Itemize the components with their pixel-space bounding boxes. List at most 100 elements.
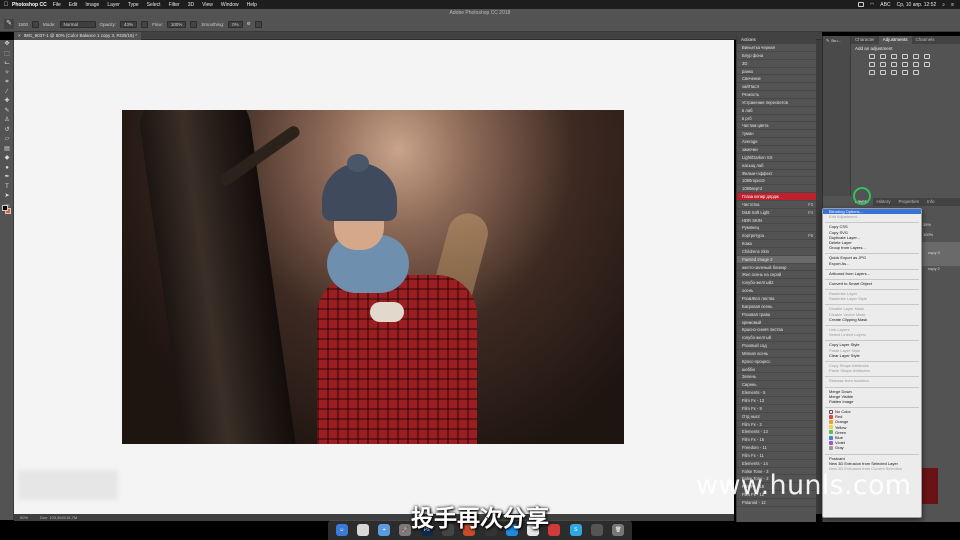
mode-select[interactable]: Normal xyxy=(59,20,96,28)
action-item[interactable]: 1080горизЭ xyxy=(737,177,817,186)
action-item[interactable]: в лаб xyxy=(737,107,817,115)
foreground-color-swatch[interactable] xyxy=(2,205,8,211)
action-item[interactable]: Elements - 5 xyxy=(737,389,817,397)
input-language[interactable]: ABC xyxy=(880,2,890,8)
photo-filter-icon[interactable] xyxy=(902,62,908,67)
vibrance-icon[interactable] xyxy=(913,54,919,59)
color-balance-icon[interactable] xyxy=(880,62,886,67)
tab-channels[interactable]: Channels xyxy=(912,36,939,44)
action-item[interactable]: Чистим цвета xyxy=(737,122,817,131)
action-item[interactable]: ранко xyxy=(737,68,817,76)
brush-tool-icon[interactable]: ✎ xyxy=(4,19,14,29)
apple-icon[interactable]:  xyxy=(0,2,12,8)
smoothing-input[interactable]: 0% xyxy=(228,20,243,28)
action-item[interactable]: шебби xyxy=(737,366,817,374)
eraser-tool-icon[interactable]: ▱ xyxy=(0,135,14,145)
gradient-tool-icon[interactable]: ▤ xyxy=(0,145,14,155)
pen-tool-icon[interactable]: ✒ xyxy=(0,173,14,183)
menu-type[interactable]: Type xyxy=(128,2,139,8)
action-item[interactable]: Чистотка F3 xyxy=(737,201,817,209)
action-item[interactable]: Film Fx - 11 xyxy=(737,452,817,460)
photo-canvas[interactable] xyxy=(122,110,624,444)
action-item[interactable]: Freedom - 11 xyxy=(737,444,817,452)
action-item[interactable]: Резкость xyxy=(737,91,817,99)
action-item[interactable]: туман xyxy=(737,130,817,139)
menu-edit[interactable]: Edit xyxy=(69,2,78,8)
action-item[interactable]: Багровая осень xyxy=(737,303,817,311)
action-item[interactable]: Film Fx - 15 xyxy=(737,436,817,445)
invert-icon[interactable] xyxy=(869,70,875,75)
canvas-area[interactable] xyxy=(14,40,734,514)
layer-fill[interactable]: 100% xyxy=(923,232,933,237)
brush-panel-button[interactable]: ✎ Bru... xyxy=(823,36,850,45)
action-item[interactable]: HDR SKIN xyxy=(737,217,817,225)
action-item[interactable]: Кросс-процесс xyxy=(737,358,817,366)
action-item[interactable]: Film Fx - 9 xyxy=(737,405,817,413)
action-item[interactable]: голубо-желтый xyxy=(737,334,817,343)
menu-3d[interactable]: 3D xyxy=(188,2,194,8)
menu-select[interactable]: Select xyxy=(147,2,161,8)
layer-name[interactable]: copy 2 xyxy=(928,266,940,271)
action-item[interactable]: 1080верт2 xyxy=(737,185,817,194)
action-item[interactable]: насыщ лаб xyxy=(737,162,817,170)
action-item[interactable]: Жел осень на серой xyxy=(737,271,817,280)
brush-tool-icon[interactable]: ✎ xyxy=(0,107,14,117)
selective-color-icon[interactable] xyxy=(913,70,919,75)
move-tool-icon[interactable]: ✥ xyxy=(0,40,14,50)
color-lookup-icon[interactable] xyxy=(924,62,930,67)
action-item[interactable]: Красно-синяя листва xyxy=(737,326,817,335)
action-item[interactable]: Глаза копир дордж xyxy=(737,193,817,201)
action-item[interactable]: Отд нысс xyxy=(737,413,817,421)
action-item[interactable]: хайПасЭ xyxy=(737,83,817,92)
pressure-size-icon[interactable] xyxy=(254,20,262,28)
exposure-icon[interactable] xyxy=(902,54,908,59)
type-tool-icon[interactable]: T xyxy=(0,183,14,193)
battery-icon[interactable] xyxy=(857,2,864,7)
brightness-icon[interactable] xyxy=(869,54,875,59)
action-item[interactable]: Розовый сад xyxy=(737,342,817,350)
action-item[interactable]: Фильм+эффект xyxy=(737,170,817,178)
healing-tool-icon[interactable]: ✚ xyxy=(0,97,14,107)
layer-name[interactable]: copy 3 xyxy=(928,250,940,255)
action-item[interactable]: Film Fx - 2 xyxy=(737,421,817,429)
action-item[interactable]: Устранение пересветов xyxy=(737,99,817,107)
brush-size[interactable]: 1500 xyxy=(18,22,28,27)
wifi-icon[interactable]: ◠ xyxy=(870,2,874,8)
gear-icon[interactable]: ⚙ xyxy=(247,21,251,27)
path-select-tool-icon[interactable]: ➤ xyxy=(0,192,14,202)
action-item[interactable]: Childrens Skin xyxy=(737,248,817,256)
action-item[interactable]: Elements - 14 xyxy=(737,460,817,468)
tab-character[interactable]: Character xyxy=(851,36,879,44)
brush-panel-toggle[interactable] xyxy=(32,20,40,28)
spotlight-icon[interactable]: ⌕ xyxy=(942,2,945,8)
levels-icon[interactable] xyxy=(880,54,886,59)
hue-saturation-icon[interactable] xyxy=(869,62,875,67)
action-item[interactable]: голубо-желтый2 xyxy=(737,279,817,288)
menu-help[interactable]: Help xyxy=(247,2,257,8)
notification-icon[interactable]: ≡ xyxy=(951,2,954,8)
action-item[interactable]: D&B Soft Light F4 xyxy=(737,209,817,217)
lasso-tool-icon[interactable]: ᓚ xyxy=(0,59,14,69)
action-item[interactable]: Кожа xyxy=(737,240,817,248)
action-item[interactable]: кремовый xyxy=(737,319,817,327)
action-item[interactable]: Average xyxy=(737,138,817,146)
action-item[interactable]: Роз&Жел листва xyxy=(737,295,817,303)
menu-layer[interactable]: Layer xyxy=(107,2,120,8)
eyedropper-tool-icon[interactable]: ⁄ xyxy=(0,88,14,98)
document-tab[interactable]: × IMG_9037-1 @ 50% (Color Balance 1 copy… xyxy=(14,32,142,40)
action-item[interactable]: Виньетка черная xyxy=(737,44,817,52)
action-item[interactable]: Свечение xyxy=(737,75,817,84)
menu-file[interactable]: File xyxy=(53,2,61,8)
action-item[interactable]: Film Fx - 13 xyxy=(737,397,817,405)
gradient-triangle-icon[interactable] xyxy=(924,54,930,59)
action-item[interactable]: Elements - 13 xyxy=(737,428,817,437)
opacity-input[interactable]: 43% xyxy=(120,20,138,28)
action-item[interactable]: Зелень xyxy=(737,373,817,382)
action-item[interactable]: портретура F6 xyxy=(737,232,817,241)
channel-mixer-icon[interactable] xyxy=(913,62,919,67)
action-item[interactable]: Painted Image 2 xyxy=(737,255,817,264)
dodge-tool-icon[interactable]: ● xyxy=(0,164,14,174)
close-icon[interactable]: × xyxy=(18,32,21,40)
layer-opacity[interactable]: 35% xyxy=(923,222,931,227)
action-item[interactable]: осень xyxy=(737,287,817,295)
